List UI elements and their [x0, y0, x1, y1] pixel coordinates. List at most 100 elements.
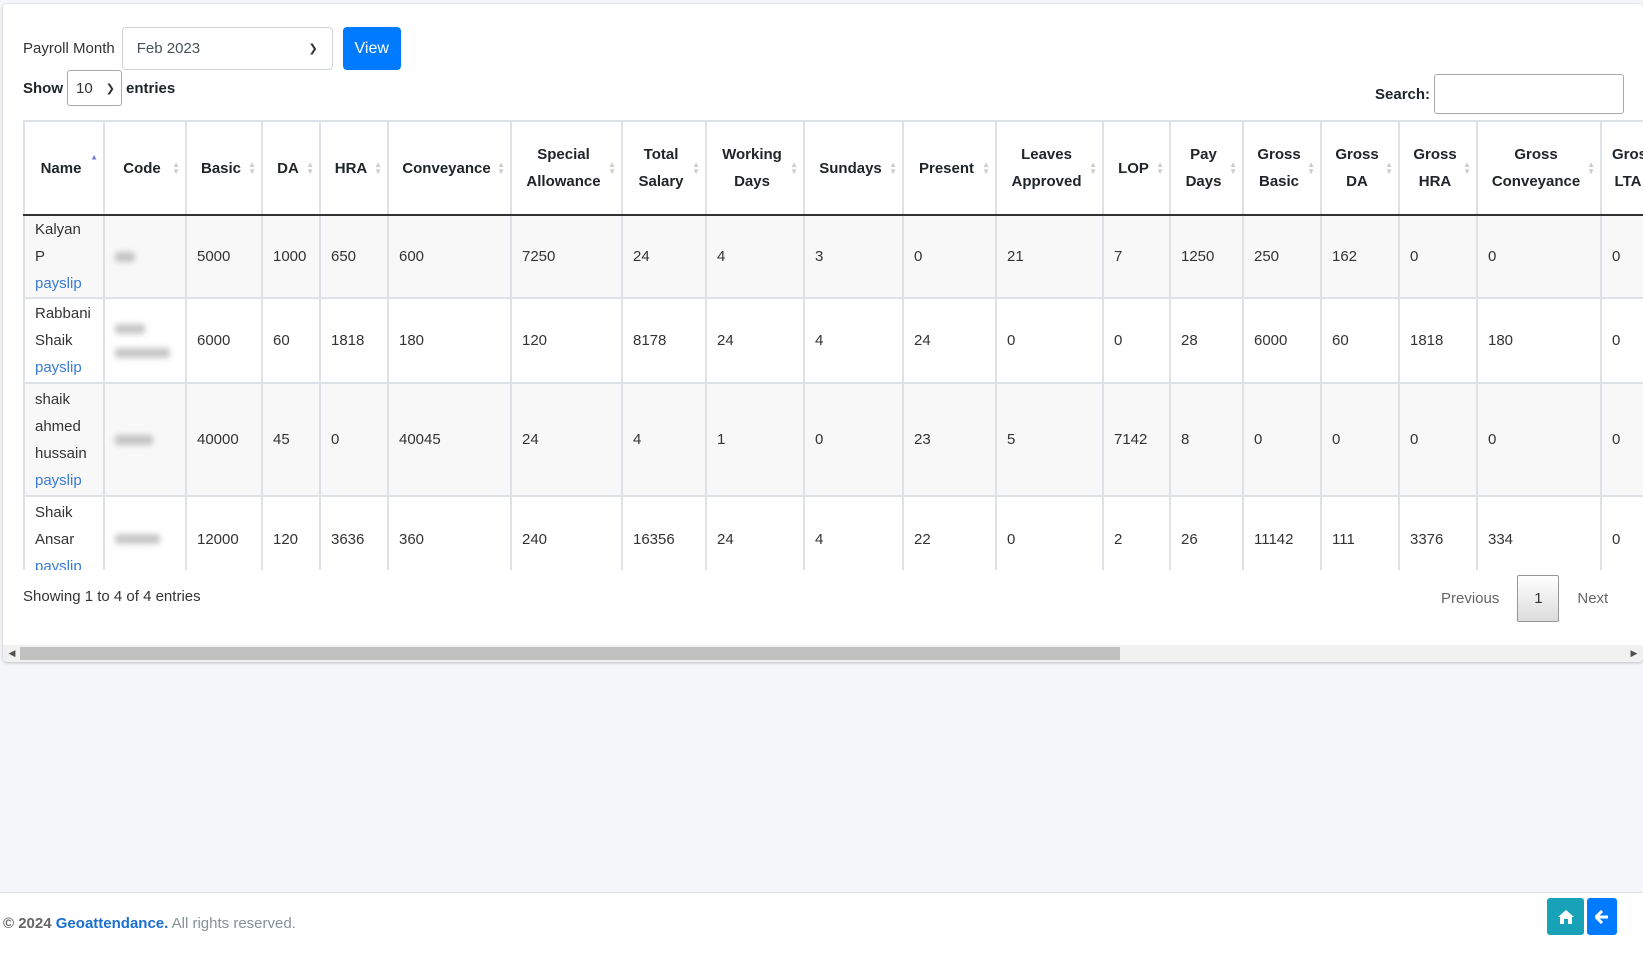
cell-special-allowance: 7250 [510, 214, 623, 299]
sort-icon: ▲ ▼ [1587, 160, 1595, 176]
sort-icon: ▲ ▼ [790, 160, 798, 176]
cell-lop: 7 [1102, 214, 1171, 299]
payroll-month-label: Payroll Month [23, 40, 115, 57]
column-header-basic[interactable]: Basic ▲ ▼ [185, 120, 263, 216]
cell-code [103, 214, 187, 299]
cell-leaves-approved: 0 [995, 297, 1104, 384]
column-header-total-salary[interactable]: Total Salary ▲ ▼ [621, 120, 707, 216]
sort-icon: ▲ ▼ [1156, 160, 1164, 176]
view-button[interactable]: View [342, 27, 401, 70]
cell-name: Rabbani Shaik payslip [23, 297, 105, 384]
cell-basic: 12000 [185, 495, 263, 570]
cell-pay-days: 1250 [1169, 214, 1244, 299]
cell-gross-da: 60 [1320, 297, 1400, 384]
column-header-leaves-approved[interactable]: Leaves Approved ▲ ▼ [995, 120, 1104, 216]
column-header-label: Present [918, 159, 975, 177]
home-button[interactable] [1547, 898, 1584, 935]
search-input[interactable] [1434, 74, 1625, 114]
cell-gross-basic: 250 [1242, 214, 1322, 299]
copyright: © 2024 Geoattendance. All rights reserve… [3, 915, 296, 932]
column-header-name[interactable]: Name ▲ [23, 120, 105, 216]
table-info: Showing 1 to 4 of 4 entries [23, 588, 201, 605]
cell-gross-da: 0 [1320, 382, 1400, 497]
column-header-sundays[interactable]: Sundays ▲ ▼ [803, 120, 904, 216]
cell-working-days: 4 [705, 214, 805, 299]
scroll-left-icon[interactable]: ◀ [5, 645, 19, 662]
back-button[interactable] [1587, 898, 1617, 935]
employee-name: Kalyan P [35, 221, 81, 265]
cell-working-days: 24 [705, 297, 805, 384]
entries-length-select[interactable]: 10 ❯ [67, 70, 122, 106]
entries-length: Show 10 ❯ entries [23, 70, 175, 106]
redacted-code [115, 251, 135, 262]
redacted-code [115, 434, 153, 445]
table-row: Kalyan Ppayslip 5000 1000 650 600 7250 24 4 3 0 21… [23, 214, 1643, 299]
payslip-link[interactable]: payslip [35, 553, 93, 571]
cell-name: Shaik Ansar payslip [23, 495, 105, 571]
employee-name: Shaik Ansar [35, 503, 75, 548]
cell-sundays: 4 [803, 297, 904, 384]
cell-gross-conveyance: 0 [1476, 214, 1602, 299]
payslip-link[interactable]: payslip [35, 467, 93, 494]
redacted-code [115, 323, 145, 334]
payslip-link[interactable]: payslip [35, 270, 93, 297]
sort-icon: ▲ ▼ [1307, 160, 1315, 176]
previous-page-button[interactable]: Previous [1423, 590, 1517, 607]
cell-conveyance: 180 [387, 297, 512, 384]
cell-hra: 3636 [319, 495, 389, 570]
footer-buttons [1547, 898, 1617, 935]
cell-code [103, 297, 187, 384]
scrollbar-thumb[interactable] [20, 647, 1120, 660]
column-header-da[interactable]: DA ▲ ▼ [261, 120, 321, 216]
payroll-table: Name ▲ Code ▲ ▼ Basic ▲ ▼ DA ▲ ▼ HRA ▲ ▼ Conveyance ▲ ▼ S… [23, 120, 1643, 570]
table-row: Shaik Ansar payslip 12000 120 3636 360 240 1635… [23, 495, 1643, 571]
cell-name: Kalyan P payslip [23, 214, 105, 299]
sort-icon: ▲ ▼ [1089, 160, 1097, 176]
scroll-right-icon[interactable]: ▶ [1627, 645, 1641, 662]
column-header-label: DA [277, 159, 299, 177]
payslip-link[interactable]: payslip [35, 354, 93, 381]
sort-icon: ▲ ▼ [248, 160, 256, 176]
column-header-hra[interactable]: HRA ▲ ▼ [319, 120, 389, 216]
cell-pay-days: 26 [1169, 495, 1244, 570]
column-header-label: Sundays [819, 159, 882, 177]
cell-name: shaik ahmed hussain payslip [23, 382, 105, 497]
column-header-label: Name [40, 159, 82, 177]
column-header-code[interactable]: Code ▲ ▼ [103, 120, 187, 216]
sort-icon: ▲ ▼ [374, 160, 382, 176]
column-header-working-days[interactable]: Working Days ▲ ▼ [705, 120, 805, 216]
cell-gross-conveyance: 334 [1476, 495, 1602, 570]
column-header-conveyance[interactable]: Conveyance ▲ ▼ [387, 120, 512, 216]
horizontal-scrollbar[interactable]: ◀ ▶ [3, 645, 1643, 662]
column-header-present[interactable]: Present ▲ ▼ [902, 120, 997, 216]
column-header-gross-conveyance[interactable]: Gross Conveyance ▲ ▼ [1476, 120, 1602, 216]
cell-special-allowance: 120 [510, 297, 623, 384]
payroll-card: Payroll Month Feb 2023 ❯ View Show 10 ❯ … [3, 4, 1643, 662]
cell-pay-days: 8 [1169, 382, 1244, 497]
footer: © 2024 Geoattendance. All rights reserve… [0, 892, 1643, 954]
column-header-gross-da[interactable]: Gross DA ▲ ▼ [1320, 120, 1400, 216]
cell-gross-da: 162 [1320, 214, 1400, 299]
column-header-label: Code [123, 159, 161, 177]
column-header-special-allowance[interactable]: Special Allowance ▲ ▼ [510, 120, 623, 216]
cell-total-salary: 16356 [621, 495, 707, 570]
page-1-button[interactable]: 1 [1517, 575, 1560, 622]
cell-leaves-approved: 5 [995, 382, 1104, 497]
column-header-label: Leaves Approved [1011, 146, 1082, 190]
cell-present: 22 [902, 495, 997, 570]
column-header-gross-lta[interactable]: Gross LTA▲▼ [1600, 120, 1643, 216]
cell-da: 45 [261, 382, 321, 497]
column-header-gross-basic[interactable]: Gross Basic ▲ ▼ [1242, 120, 1322, 216]
sort-icon: ▲ ▼ [608, 160, 616, 176]
employee-name: Rabbani Shaik [35, 305, 91, 349]
column-header-label: Pay Days [1185, 146, 1222, 190]
column-header-lop[interactable]: LOP ▲ ▼ [1102, 120, 1171, 216]
cell-present: 0 [902, 214, 997, 299]
next-page-button[interactable]: Next [1559, 590, 1626, 607]
payroll-month-select[interactable]: Feb 2023 ❯ [121, 27, 333, 70]
brand-link[interactable]: Geoattendance. [56, 915, 169, 932]
cell-gross-basic: 6000 [1242, 297, 1322, 384]
column-header-gross-hra[interactable]: Gross HRA ▲ ▼ [1398, 120, 1478, 216]
column-header-label: Total Salary [638, 146, 684, 190]
column-header-pay-days[interactable]: Pay Days ▲ ▼ [1169, 120, 1244, 216]
